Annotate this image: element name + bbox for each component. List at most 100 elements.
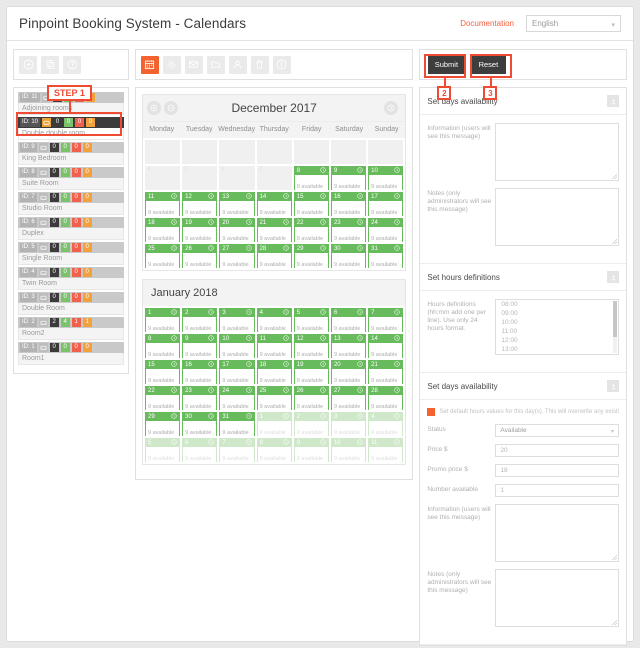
calendar-day-cell[interactable]: 149 available [257, 192, 292, 216]
calendar-day-cell[interactable]: 59 available [145, 438, 180, 462]
calendar-day-cell[interactable]: 269 available [182, 244, 217, 268]
calendar-day-cell[interactable]: 139 available [331, 334, 366, 358]
room-list-item[interactable]: ID: 22411Room2 [18, 317, 124, 340]
calendar-day-cell[interactable]: 169 available [182, 360, 217, 384]
textarea-field[interactable] [495, 569, 619, 627]
calendar-day-cell[interactable]: 99 available [294, 438, 329, 462]
tab-users[interactable] [229, 56, 247, 74]
calendar-day-cell[interactable]: 159 available [145, 360, 180, 384]
room-list-item[interactable]: ID: 100000Double double room [18, 117, 124, 140]
tab-info[interactable] [273, 56, 291, 74]
calendar-day-cell[interactable]: 49 available [368, 412, 403, 436]
tab-emails[interactable] [185, 56, 203, 74]
room-list-item[interactable]: ID: 60000Duplex [18, 217, 124, 240]
calendar-day-cell[interactable]: 249 available [219, 386, 254, 410]
calendar-day-cell[interactable]: 19 available [257, 412, 292, 436]
calendar-day-cell[interactable]: 119 available [145, 192, 180, 216]
scrollbar-thumb[interactable] [613, 301, 617, 337]
calendar-day-cell[interactable]: 219 available [368, 360, 403, 384]
calendar-day-cell[interactable]: 179 available [219, 360, 254, 384]
calendar-day-cell[interactable]: 289 available [368, 386, 403, 410]
calendar-day-cell[interactable]: 19 available [145, 308, 180, 332]
calendar-day-cell[interactable]: 129 available [182, 192, 217, 216]
calendar-day-cell[interactable]: 199 available [294, 360, 329, 384]
textarea-field[interactable] [495, 188, 619, 246]
calendar-day-cell[interactable]: 199 available [182, 218, 217, 242]
resize-grip-icon[interactable] [612, 174, 617, 179]
textarea-field[interactable] [495, 504, 619, 562]
calendar-day-cell[interactable]: 319 available [368, 244, 403, 268]
room-list-item[interactable]: ID: 40000Twin Room [18, 267, 124, 290]
calendar-day-cell[interactable]: 79 available [219, 438, 254, 462]
resize-grip-icon[interactable] [612, 555, 617, 560]
calendar-day-cell[interactable]: 29 available [182, 308, 217, 332]
language-select[interactable]: English ▾ [526, 15, 621, 32]
status-select[interactable]: Available▾ [495, 424, 619, 437]
documentation-link[interactable]: Documentation [460, 19, 514, 28]
text-input[interactable]: 1 [495, 484, 619, 497]
calendar-day-cell[interactable]: 309 available [182, 412, 217, 436]
calendar-day-cell[interactable]: 139 available [219, 192, 254, 216]
room-list-item[interactable]: ID: 50000Single Room [18, 242, 124, 265]
resize-grip-icon[interactable] [612, 620, 617, 625]
calendar-day-cell[interactable]: 239 available [331, 218, 366, 242]
room-list-item[interactable]: ID: 30000Double Room [18, 292, 124, 315]
calendar-day-cell[interactable]: 39 available [219, 308, 254, 332]
calendar-day-cell[interactable]: 319 available [219, 412, 254, 436]
submit-button[interactable]: Submit [428, 56, 464, 74]
calendar-day-cell[interactable]: 259 available [145, 244, 180, 268]
collapse-icon[interactable] [607, 95, 619, 107]
calendar-day-cell[interactable]: 59 available [294, 308, 329, 332]
textarea-field[interactable] [495, 123, 619, 181]
calendar-day-cell[interactable]: 189 available [145, 218, 180, 242]
calendar-day-cell[interactable]: 229 available [145, 386, 180, 410]
section-header[interactable]: Set days availability [420, 373, 626, 400]
calendar-day-cell[interactable]: 109 available [368, 166, 403, 190]
calendar-day-cell[interactable]: 219 available [257, 218, 292, 242]
calendar-day-cell[interactable]: 289 available [257, 244, 292, 268]
calendar-day-cell[interactable]: 309 available [331, 244, 366, 268]
room-list-item[interactable]: ID: 10000Room1 [18, 342, 124, 365]
calendar-day-cell[interactable]: 279 available [331, 386, 366, 410]
zoom-out-button[interactable] [164, 101, 178, 115]
collapse-icon[interactable] [607, 380, 619, 392]
resize-grip-icon[interactable] [612, 239, 617, 244]
calendar-day-cell[interactable]: 229 available [294, 218, 329, 242]
calendar-day-cell[interactable]: 79 available [368, 308, 403, 332]
tab-delete[interactable] [251, 56, 269, 74]
calendar-day-cell[interactable]: 119 available [257, 334, 292, 358]
calendar-day-cell[interactable]: 99 available [331, 166, 366, 190]
calendar-day-cell[interactable]: 119 available [368, 438, 403, 462]
calendar-day-cell[interactable]: 249 available [368, 218, 403, 242]
reset-button[interactable]: Reset [470, 56, 506, 74]
room-list-item[interactable]: ID: 80000Suite Room [18, 167, 124, 190]
calendar-day-cell[interactable]: 269 available [294, 386, 329, 410]
add-calendar-button[interactable] [19, 56, 37, 74]
calendar-day-cell[interactable]: 69 available [331, 308, 366, 332]
calendar-day-cell[interactable]: 49 available [257, 308, 292, 332]
calendar-day-cell[interactable]: 99 available [182, 334, 217, 358]
calendar-day-cell[interactable]: 299 available [294, 244, 329, 268]
tab-media[interactable] [207, 56, 225, 74]
calendar-day-cell[interactable]: 29 available [294, 412, 329, 436]
hours-textarea[interactable]: 08:0009:0010:0011:0012:0013:00 [495, 299, 619, 355]
calendar-day-cell[interactable]: 239 available [182, 386, 217, 410]
calendar-day-cell[interactable]: 69 available [182, 438, 217, 462]
calendar-day-cell[interactable]: 209 available [219, 218, 254, 242]
calendar-day-cell[interactable]: 209 available [331, 360, 366, 384]
default-hours-checkbox[interactable] [427, 408, 435, 416]
help-button[interactable] [63, 56, 81, 74]
default-hours-checkbox-row[interactable]: Set default hours values for this day(s)… [427, 408, 619, 416]
calendar-day-cell[interactable]: 279 available [219, 244, 254, 268]
room-list-item[interactable]: ID: 70000Studio Room [18, 192, 124, 215]
calendar-day-cell[interactable]: 89 available [145, 334, 180, 358]
tab-calendar[interactable] [141, 56, 159, 74]
calendar-day-cell[interactable]: 89 available [257, 438, 292, 462]
calendar-day-cell[interactable]: 169 available [331, 192, 366, 216]
tab-settings[interactable] [163, 56, 181, 74]
calendar-day-cell[interactable]: 109 available [219, 334, 254, 358]
calendar-day-cell[interactable]: 39 available [331, 412, 366, 436]
calendar-day-cell[interactable]: 189 available [257, 360, 292, 384]
collapse-icon[interactable] [607, 271, 619, 283]
calendar-day-cell[interactable]: 179 available [368, 192, 403, 216]
